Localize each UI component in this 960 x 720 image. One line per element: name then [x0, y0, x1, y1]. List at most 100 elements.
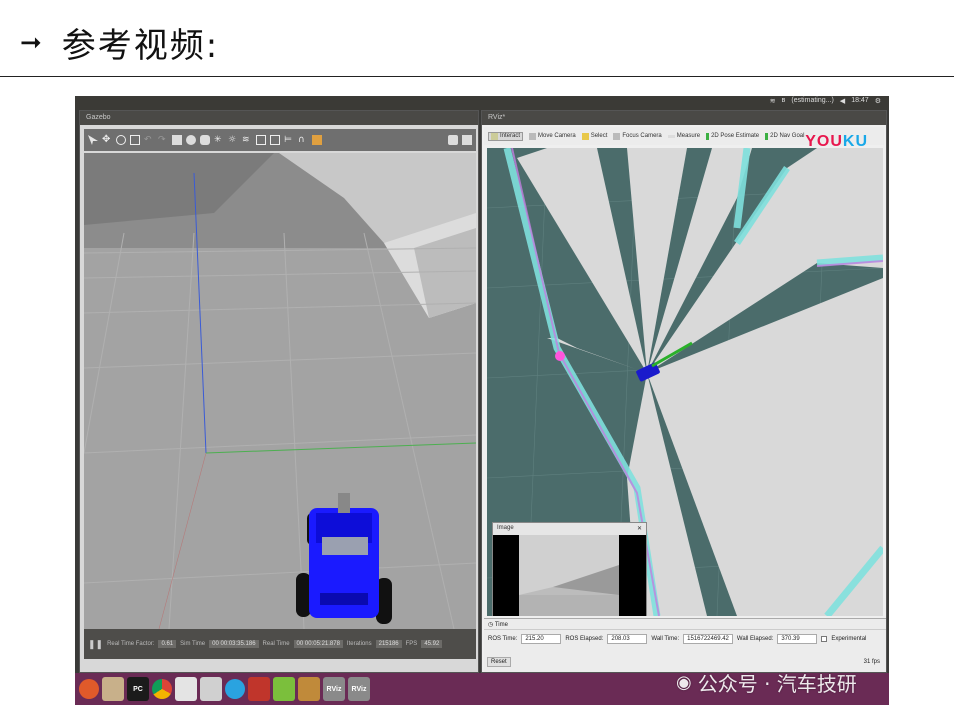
measure-tool[interactable]: Measure [667, 133, 700, 139]
fps-label: FPS [405, 641, 418, 647]
green-arrow-icon [706, 132, 710, 140]
experimental-label: Experimental [831, 636, 867, 642]
drive-icon[interactable] [175, 677, 197, 701]
gazebo-toolbar: ✥ ↶ ↷ ✳ ☼ ≋ ⊨ ∩ [84, 129, 476, 151]
select-mode-icon[interactable] [88, 135, 98, 145]
time-panel-title: Time [494, 622, 508, 628]
gazebo-3d-viewport[interactable] [84, 153, 476, 629]
system-tray: ≋ ʙ (estimating...) ◀ 18:47 ⚙ [770, 97, 881, 105]
wall-time-field[interactable]: 1516722469.42 [683, 634, 733, 644]
image-panel-header: Image ✕ [493, 523, 646, 535]
telegram-icon[interactable] [225, 679, 245, 699]
move-camera-tool[interactable]: Move Camera [529, 132, 576, 140]
chrome-icon[interactable] [152, 679, 172, 699]
goal-marker [555, 351, 565, 361]
image-panel[interactable]: Image ✕ [492, 522, 647, 616]
system-top-bar: ≋ ʙ (estimating...) ◀ 18:47 ⚙ [75, 96, 889, 110]
scale-mode-icon[interactable] [130, 135, 140, 145]
pause-icon[interactable]: ❚❚ [88, 639, 103, 650]
terminal-icon[interactable] [248, 677, 270, 701]
ubuntu-logo-icon[interactable] [79, 679, 99, 699]
robot-model[interactable] [296, 493, 392, 624]
gazebo-icon[interactable] [273, 677, 295, 701]
gazebo-scene [84, 153, 476, 629]
real-time-value: 00 00:05:21.878 [293, 640, 343, 648]
gazebo-window: Gazebo ✥ ↶ ↷ ✳ ☼ ≋ ⊨ ∩ ❚❚ Real Time Fact… [79, 110, 479, 673]
slide-header: ➞ 参考视频: [20, 18, 219, 67]
directional-light-icon[interactable]: ≋ [242, 135, 252, 145]
clock[interactable]: 18:47 [851, 97, 869, 105]
hand-icon [491, 132, 498, 140]
pycharm-icon[interactable]: PC [127, 677, 149, 701]
ros-time-label: ROS Time: [488, 636, 518, 642]
record-log-icon[interactable] [462, 135, 472, 145]
rviz-icon-2[interactable]: RViz [348, 677, 370, 701]
wall-time-label: Wall Time: [651, 636, 680, 642]
slide-title: 参考视频: [61, 26, 220, 66]
experimental-checkbox[interactable] [821, 636, 828, 642]
files-icon[interactable] [102, 677, 124, 701]
wechat-watermark: ◉ 公众号 · 汽车技研 [676, 668, 857, 697]
gazebo-statusbar: ❚❚ Real Time Factor: 0.61 Sim Time 00 00… [84, 629, 476, 659]
sim-time-value: 00 00:03:35.186 [209, 640, 259, 648]
time-panel-header: ◷ Time [484, 619, 886, 630]
ros-elapsed-field[interactable]: 208.03 [607, 634, 648, 644]
ros-elapsed-label: ROS Elapsed: [565, 636, 604, 642]
clock-icon: ◷ [488, 622, 494, 628]
wall-elapsed-label: Wall Elapsed: [736, 636, 774, 642]
volume-icon[interactable]: ◀ [840, 97, 845, 105]
image-panel-title: Image [497, 525, 514, 531]
rviz-icon[interactable]: RViz [323, 677, 345, 701]
paste-icon[interactable] [270, 135, 280, 145]
bluetooth-icon[interactable]: ʙ [782, 97, 786, 105]
align-icon[interactable]: ⊨ [284, 135, 294, 145]
undo-icon[interactable]: ↶ [144, 135, 154, 145]
focus-camera-tool[interactable]: Focus Camera [613, 132, 662, 140]
wall-elapsed-field[interactable]: 370.39 [777, 634, 818, 644]
watermark-text: 公众号 · 汽车技研 [697, 672, 857, 696]
battery-status[interactable]: (estimating...) [791, 97, 833, 105]
iterations-value: 215186 [375, 640, 402, 648]
real-time-factor-value: 0.61 [158, 640, 177, 648]
interact-tool[interactable]: Interact [488, 131, 524, 141]
close-icon[interactable]: ✕ [637, 525, 642, 533]
select-tool[interactable]: Select [581, 132, 607, 140]
real-time-label: Real Time [262, 641, 290, 647]
cylinder-shape-icon[interactable] [200, 135, 210, 145]
power-gear-icon[interactable]: ⚙ [875, 97, 881, 105]
box-shape-icon[interactable] [172, 135, 182, 145]
wifi-icon[interactable]: ≋ [770, 97, 776, 105]
nav-goal-tool[interactable]: 2D Nav Goal [765, 132, 804, 140]
redo-icon[interactable]: ↷ [158, 135, 168, 145]
time-fields: ROS Time: 215.20 ROS Elapsed: 208.03 Wal… [484, 630, 886, 648]
iterations-label: Iterations [346, 641, 372, 647]
focus-icon [613, 132, 621, 140]
spot-light-icon[interactable]: ☼ [228, 135, 238, 145]
rviz-map-view[interactable]: Image ✕ [487, 148, 883, 616]
reset-button[interactable]: Reset [487, 657, 511, 667]
rviz-window: RViz* Interact Move Camera Select Focus … [481, 110, 887, 673]
rviz-titlebar[interactable]: RViz* [482, 111, 886, 125]
package-icon[interactable] [298, 677, 320, 701]
gazebo-titlebar[interactable]: Gazebo [80, 111, 478, 125]
sphere-shape-icon[interactable] [186, 135, 196, 145]
screenshot-icon[interactable] [448, 135, 458, 145]
drive-icon-2[interactable] [200, 677, 222, 701]
rotate-mode-icon[interactable] [116, 135, 126, 145]
ros-time-field[interactable]: 215.20 [521, 634, 562, 644]
camera-image [493, 535, 646, 616]
sim-time-label: Sim Time [180, 641, 206, 647]
rviz-window-title: RViz* [488, 114, 506, 121]
wechat-icon: ◉ [676, 672, 692, 693]
point-light-icon[interactable]: ✳ [214, 135, 224, 145]
snap-icon[interactable]: ∩ [298, 135, 308, 145]
move-icon [529, 132, 537, 140]
time-panel: ◷ Time ROS Time: 215.20 ROS Elapsed: 208… [484, 618, 886, 672]
translate-mode-icon[interactable]: ✥ [102, 135, 112, 145]
copy-icon[interactable] [256, 135, 266, 145]
desktop-screenshot: ≋ ʙ (estimating...) ◀ 18:47 ⚙ Gazebo ✥ ↶… [75, 96, 889, 705]
real-time-factor-label: Real Time Factor: [107, 641, 155, 647]
pose-estimate-tool[interactable]: 2D Pose Estimate [706, 132, 759, 140]
change-view-icon[interactable] [312, 135, 322, 145]
gazebo-window-title: Gazebo [86, 114, 111, 121]
